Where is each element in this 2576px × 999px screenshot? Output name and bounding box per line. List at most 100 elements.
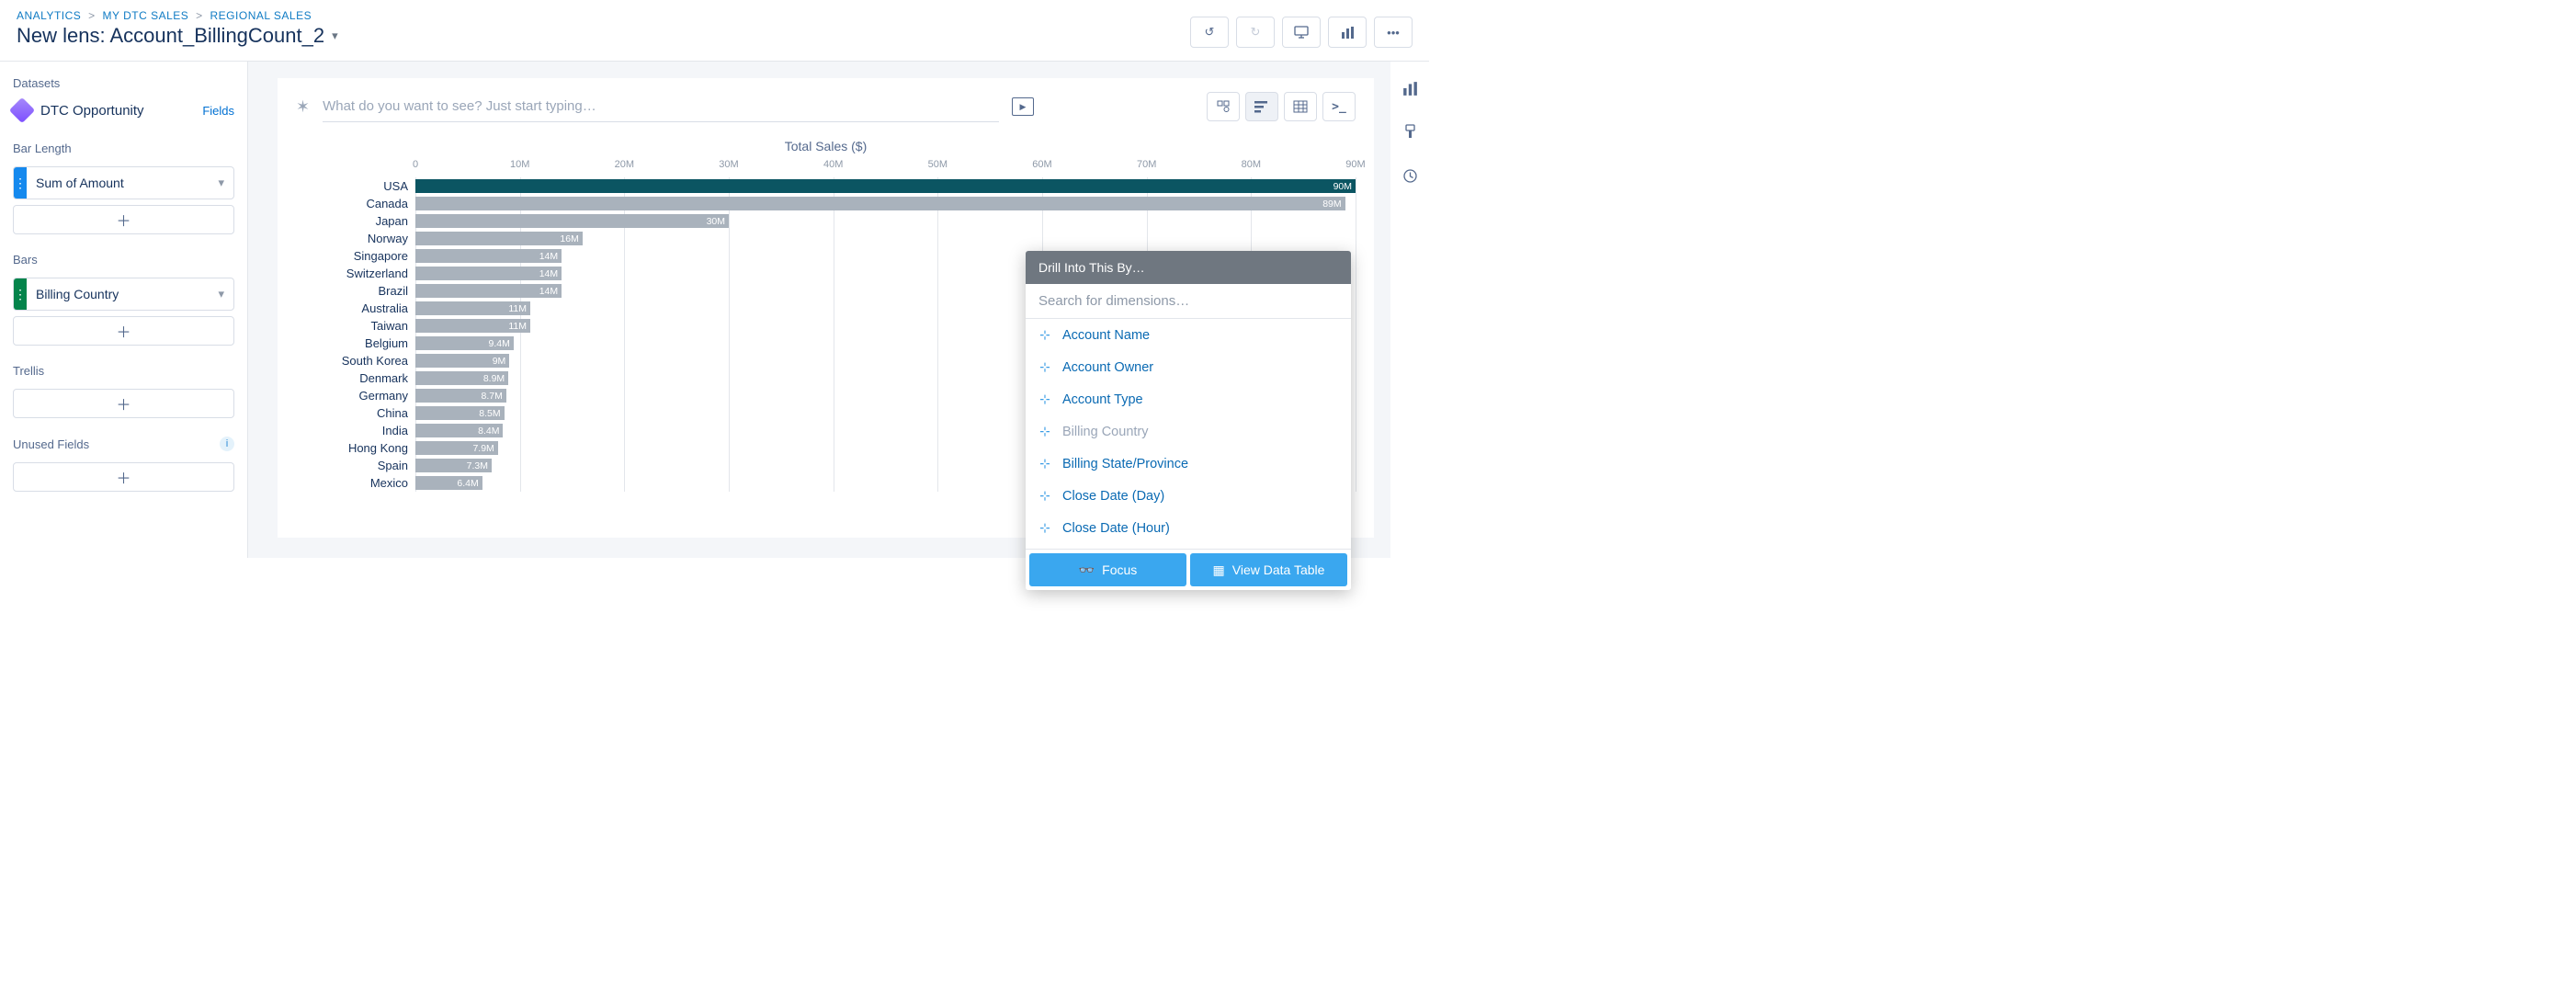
drill-dimension-item[interactable]: ⊹Account Owner xyxy=(1026,351,1351,383)
bar-row[interactable]: USA90M xyxy=(415,177,1356,195)
bar-category-label: Australia xyxy=(296,301,415,315)
chevron-down-icon[interactable]: ▾ xyxy=(209,176,233,190)
table-view-button[interactable] xyxy=(1284,92,1317,121)
bar-length-field-label: Sum of Amount xyxy=(27,176,209,190)
focus-button[interactable]: 👓 Focus xyxy=(1029,553,1186,586)
drill-dimension-label: Billing State/Province xyxy=(1062,457,1188,471)
present-button[interactable] xyxy=(1282,17,1321,48)
lens-title: New lens: Account_BillingCount_2 xyxy=(17,24,324,48)
bar-category-label: Mexico xyxy=(296,476,415,490)
binoculars-icon: 👓 xyxy=(1079,562,1095,578)
bar-category-label: China xyxy=(296,406,415,420)
chart-view-button[interactable] xyxy=(1245,92,1278,121)
x-tick-label: 10M xyxy=(510,159,529,170)
breadcrumb-my-dtc[interactable]: MY DTC SALES xyxy=(103,9,189,22)
dimension-icon: ⊹ xyxy=(1038,392,1051,407)
drag-handle-icon[interactable]: ⋮ xyxy=(14,167,27,199)
chart-mode-button[interactable] xyxy=(1328,17,1367,48)
bar-fill[interactable]: 9.4M xyxy=(415,336,514,350)
bar-fill[interactable]: 8.7M xyxy=(415,389,506,403)
bar-fill[interactable]: 8.9M xyxy=(415,371,508,385)
run-query-button[interactable]: ▶ xyxy=(1012,97,1034,116)
history-icon[interactable] xyxy=(1402,168,1418,188)
bar-row[interactable]: Canada89M xyxy=(415,195,1356,212)
datasets-heading: Datasets xyxy=(13,76,234,90)
breadcrumb-regional[interactable]: REGIONAL SALES xyxy=(210,9,312,22)
chart-canvas: ✶ ▶ >_ Total Sales ($) xyxy=(248,62,1390,558)
bar-fill[interactable]: 6.4M xyxy=(415,476,482,490)
more-actions-button[interactable]: ••• xyxy=(1374,17,1413,48)
bar-category-label: Belgium xyxy=(296,336,415,350)
add-bars-button[interactable]: ＋ xyxy=(13,316,234,346)
x-tick-label: 50M xyxy=(928,159,948,170)
add-bar-length-button[interactable]: ＋ xyxy=(13,205,234,234)
drill-dimension-item[interactable]: ⊹ Account Type xyxy=(1026,383,1351,415)
undo-button[interactable]: ↺ xyxy=(1190,17,1229,48)
hbar-icon xyxy=(1254,100,1269,113)
drill-dimension-item[interactable]: ⊹Billing Country xyxy=(1026,415,1351,448)
nl-query-input[interactable] xyxy=(323,91,999,122)
bar-fill[interactable]: 89M xyxy=(415,197,1345,210)
saql-view-button[interactable]: >_ xyxy=(1322,92,1356,121)
x-tick-label: 90M xyxy=(1345,159,1365,170)
info-icon[interactable]: i xyxy=(220,437,234,451)
bar-row[interactable]: Japan30M xyxy=(415,212,1356,230)
trellis-heading: Trellis xyxy=(13,364,234,378)
drag-handle-icon[interactable]: ⋮ xyxy=(14,278,27,310)
dataset-icon xyxy=(9,97,35,123)
bar-fill[interactable]: 14M xyxy=(415,267,562,280)
bar-fill[interactable]: 8.5M xyxy=(415,406,505,420)
x-tick-label: 60M xyxy=(1032,159,1051,170)
unused-fields-heading: Unused Fields xyxy=(13,437,89,451)
bar-fill[interactable]: 11M xyxy=(415,301,530,315)
chart-settings-icon[interactable] xyxy=(1402,82,1418,100)
right-rail xyxy=(1390,62,1429,558)
drill-search-input[interactable] xyxy=(1026,284,1351,319)
bar-fill[interactable]: 11M xyxy=(415,319,530,333)
drill-dimension-item[interactable]: ⊹Close Date (Day) xyxy=(1026,480,1351,512)
breadcrumb-sep: > xyxy=(196,9,203,22)
breadcrumb-sep: > xyxy=(88,9,96,22)
bar-fill[interactable]: 7.9M xyxy=(415,441,498,455)
bar-fill[interactable]: 14M xyxy=(415,284,562,298)
bar-length-field[interactable]: ⋮ Sum of Amount ▾ xyxy=(13,166,234,199)
add-trellis-button[interactable]: ＋ xyxy=(13,389,234,418)
bar-category-label: Singapore xyxy=(296,249,415,263)
bar-fill[interactable]: 16M xyxy=(415,232,583,245)
dataset-name[interactable]: DTC Opportunity xyxy=(40,103,144,119)
drill-dimension-item[interactable]: ⊹Close Date (Hour) xyxy=(1026,512,1351,544)
view-config-button[interactable] xyxy=(1207,92,1240,121)
drill-popup-title: Drill Into This By… xyxy=(1026,251,1351,284)
bar-fill[interactable]: 7.3M xyxy=(415,459,492,472)
grid-icon: ▦ xyxy=(1213,562,1225,578)
add-unused-button[interactable]: ＋ xyxy=(13,462,234,492)
drill-dimension-label: Account Name xyxy=(1062,328,1150,343)
lens-title-menu[interactable]: ▾ xyxy=(332,28,338,43)
bar-category-label: Spain xyxy=(296,459,415,472)
redo-button[interactable]: ↻ xyxy=(1236,17,1275,48)
bar-category-label: Hong Kong xyxy=(296,441,415,455)
bars-field[interactable]: ⋮ Billing Country ▾ xyxy=(13,278,234,311)
breadcrumb-analytics[interactable]: ANALYTICS xyxy=(17,9,81,22)
chevron-down-icon[interactable]: ▾ xyxy=(209,287,233,301)
format-icon[interactable] xyxy=(1402,124,1418,144)
drill-dimension-list: ⊹Account Name⊹Account Owner ⊹ Account Type… xyxy=(1026,319,1351,549)
bar-fill[interactable]: 8.4M xyxy=(415,424,503,437)
drill-dimension-item[interactable]: ⊹Billing State/Province xyxy=(1026,448,1351,480)
bar-fill[interactable]: 30M xyxy=(415,214,729,228)
bar-fill[interactable]: 90M xyxy=(415,179,1356,193)
bar-category-label: Norway xyxy=(296,232,415,245)
bars-icon xyxy=(1341,27,1355,39)
view-data-table-button[interactable]: ▦ View Data Table xyxy=(1190,553,1347,586)
bar-fill[interactable]: 9M xyxy=(415,354,509,368)
bar-fill[interactable]: 14M xyxy=(415,249,562,263)
bar-category-label: Brazil xyxy=(296,284,415,298)
view-data-table-label: View Data Table xyxy=(1232,562,1325,577)
drill-dimension-label: Account Type xyxy=(1062,392,1143,407)
bar-category-label: Japan xyxy=(296,214,415,228)
fields-link[interactable]: Fields xyxy=(202,104,234,118)
bar-category-label: India xyxy=(296,424,415,437)
breadcrumb: ANALYTICS > MY DTC SALES > REGIONAL SALE… xyxy=(17,9,338,22)
bar-row[interactable]: Norway16M xyxy=(415,230,1356,247)
drill-dimension-item[interactable]: ⊹Account Name xyxy=(1026,319,1351,351)
